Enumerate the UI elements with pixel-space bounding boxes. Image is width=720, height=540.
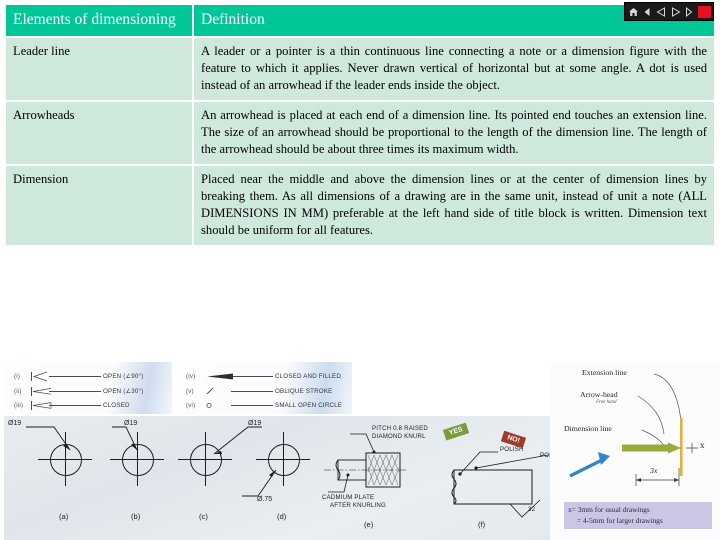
table-row: Arrowheads An arrowhead is placed at eac… [6, 102, 714, 165]
x-dimension-label: x [700, 440, 705, 450]
figure-caption-c: (c) [199, 512, 208, 521]
three-x-dimension-label: 3x [650, 466, 658, 475]
leader-line-examples-figure: Ø19 (a) Ø19 (b) Ø19 (c) Ø.75 (d) PITCH 0… [4, 416, 550, 540]
knurl-note-line2: DIAMOND KNURL [372, 433, 426, 441]
finish-value-label: 32 [528, 506, 536, 513]
figure-caption-d: (d) [277, 512, 287, 521]
row-definition-dimension: Placed near the middle and above the dim… [194, 166, 714, 246]
legend-number: (iv) [186, 373, 196, 380]
oblique-stroke-icon [201, 387, 275, 396]
diameter-label: Ø19 [248, 420, 262, 427]
legend-number: (i) [14, 373, 21, 380]
diameter-label: Ø19 [8, 420, 22, 427]
play-forward-icon[interactable] [668, 5, 682, 18]
dimension-anatomy-figure: Extension line Arrow-head Free hand Dime… [550, 362, 720, 540]
table-row: Leader line A leader or a pointer is a t… [6, 37, 714, 101]
home-icon[interactable] [626, 5, 640, 18]
knurl-note: PITCH 0.8 RAISED DIAMOND KNURL [372, 425, 428, 441]
play-reverse-icon[interactable] [654, 5, 668, 18]
legend-label: OBLIQUE STROKE [275, 388, 333, 395]
figure-caption-b: (b) [131, 512, 141, 521]
slide-canvas: Elements of dimensioning Definition Lead… [0, 0, 720, 540]
cadmium-note-line2: AFTER KNURLING [330, 502, 386, 510]
slideshow-navigation-bar[interactable] [624, 2, 714, 21]
arrowhead-types-figure-right: (iv) CLOSED AND FILLED (v) OBLIQUE STROK… [176, 362, 352, 414]
x-size-note-line1: x= 3mm for usual drawings [568, 505, 650, 514]
next-slide-icon[interactable] [682, 5, 696, 18]
figure-caption-e: (e) [364, 520, 374, 529]
diameter-label: Ø19 [124, 420, 138, 427]
row-term-arrowheads: Arrowheads [6, 102, 192, 165]
open-90-arrowhead-icon [29, 371, 103, 382]
legend-number: (v) [186, 388, 194, 395]
legend-label: SMALL OPEN CIRCLE [275, 402, 343, 409]
cadmium-note: CADMIUM PLATE AFTER KNURLING [322, 494, 386, 510]
legend-number: (ii) [14, 388, 22, 395]
row-definition-leader-line: A leader or a pointer is a thin continuo… [194, 37, 714, 101]
legend-number: (iii) [14, 402, 24, 409]
legend-label: CLOSED [103, 402, 130, 409]
arrowhead-types-figure-left: (i) OPEN (∠90°) (ii) OPEN (∠30°) (iii) C… [4, 362, 172, 414]
row-term-dimension: Dimension [6, 166, 192, 246]
dimension-line-label: Dimension line [564, 424, 612, 433]
row-definition-arrowheads: An arrowhead is placed at each end of a … [194, 102, 714, 165]
small-open-circle-icon [201, 401, 275, 410]
figure-caption-a: (a) [59, 512, 69, 521]
figure-strip: (i) OPEN (∠90°) (ii) OPEN (∠30°) (iii) C… [0, 362, 720, 540]
closed-filled-arrowhead-icon [201, 372, 275, 381]
cadmium-note-line1: CADMIUM PLATE [322, 494, 375, 501]
row-term-leader-line: Leader line [6, 37, 192, 101]
extension-line-label: Extension line [582, 368, 627, 377]
legend-label: CLOSED AND FILLED [275, 373, 341, 380]
table-header-row: Elements of dimensioning Definition [6, 5, 714, 36]
legend-number: (vi) [186, 402, 196, 409]
arrow-head-sublabel: Free hand [596, 400, 617, 405]
pol-label: POL [540, 452, 550, 459]
previous-slide-icon[interactable] [640, 5, 654, 18]
x-size-note: x= 3mm for usual drawings = 4-5mm for la… [564, 502, 712, 530]
closed-arrowhead-icon [29, 401, 103, 410]
small-diameter-label: Ø.75 [257, 496, 273, 503]
legend-label: OPEN (∠90°) [103, 373, 144, 380]
legend-label: OPEN (∠30°) [103, 388, 144, 395]
table-row: Dimension Placed near the middle and abo… [6, 166, 714, 246]
x-size-note-line2: = 4-5mm for larger drawings [577, 515, 663, 525]
elements-of-dimensioning-table: Elements of dimensioning Definition Lead… [4, 3, 716, 247]
arrow-head-label: Arrow-head [580, 390, 618, 399]
open-30-arrowhead-icon [29, 387, 103, 396]
header-cell-term: Elements of dimensioning [6, 5, 192, 36]
figure-caption-f: (f) [478, 520, 486, 529]
stop-slideshow-button[interactable] [698, 5, 711, 18]
knurl-note-line1: PITCH 0.8 RAISED [372, 425, 429, 432]
